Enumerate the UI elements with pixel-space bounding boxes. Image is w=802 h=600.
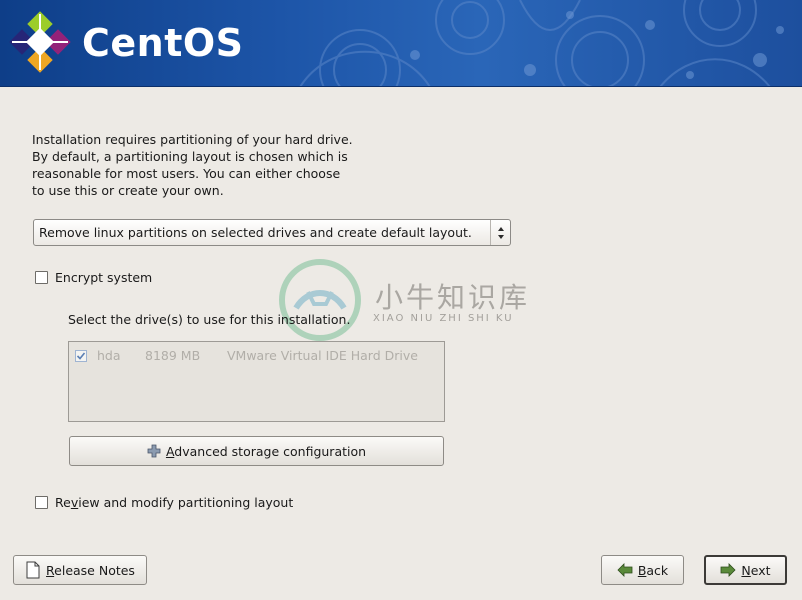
drive-row[interactable]: hda 8189 MB VMware Virtual IDE Hard Driv… [75, 348, 418, 363]
advanced-storage-button[interactable]: Advanced storage configuration [69, 436, 444, 466]
arrow-left-icon [617, 563, 633, 577]
encrypt-system-label: Encrypt system [55, 270, 153, 285]
updown-arrows-icon [490, 220, 510, 245]
partition-layout-select[interactable]: Remove linux partitions on selected driv… [33, 219, 511, 246]
review-partitioning-checkbox[interactable] [35, 496, 48, 509]
drive-name: hda [97, 348, 121, 363]
header-banner: CentOS [0, 0, 802, 87]
checkmark-icon [76, 351, 86, 360]
back-button[interactable]: Back [601, 555, 684, 585]
centos-logo-icon [9, 11, 71, 73]
review-partitioning-label: Review and modify partitioning layout [55, 495, 294, 510]
drive-checkbox[interactable] [75, 349, 87, 362]
watermark-logo-icon [279, 259, 361, 341]
partition-layout-value: Remove linux partitions on selected driv… [39, 225, 472, 240]
arrow-right-icon [721, 563, 736, 577]
drives-list: hda 8189 MB VMware Virtual IDE Hard Driv… [68, 341, 445, 422]
intro-line: reasonable for most users. You can eithe… [32, 166, 341, 181]
brand-title: CentOS [82, 21, 244, 65]
watermark-subtext: XIAO NIU ZHI SHI KU [373, 313, 514, 324]
intro-line: By default, a partitioning layout is cho… [32, 149, 348, 164]
watermark-text: 小牛知识库 [375, 281, 531, 314]
intro-text: Installation requires partitioning of yo… [32, 131, 392, 199]
intro-line: Installation requires partitioning of yo… [32, 132, 353, 147]
back-label: Back [637, 562, 669, 578]
plus-icon [147, 444, 161, 458]
drive-size: 8189 MB [145, 348, 201, 363]
intro-line: to use this or create your own. [32, 183, 224, 198]
review-partitioning-option[interactable]: Review and modify partitioning layout [35, 495, 293, 510]
drive-model: VMware Virtual IDE Hard Drive [227, 348, 418, 363]
next-button[interactable]: Next [704, 555, 787, 585]
release-notes-label: Release Notes [46, 562, 135, 578]
encrypt-system-checkbox[interactable] [35, 271, 48, 284]
encrypt-system-option[interactable]: Encrypt system [35, 270, 152, 285]
drives-label: Select the drive(s) to use for this inst… [68, 312, 351, 327]
next-label: Next [741, 562, 771, 578]
document-icon [26, 561, 40, 579]
release-notes-button[interactable]: Release Notes [13, 555, 147, 585]
advanced-storage-label: Advanced storage configuration [165, 443, 367, 459]
